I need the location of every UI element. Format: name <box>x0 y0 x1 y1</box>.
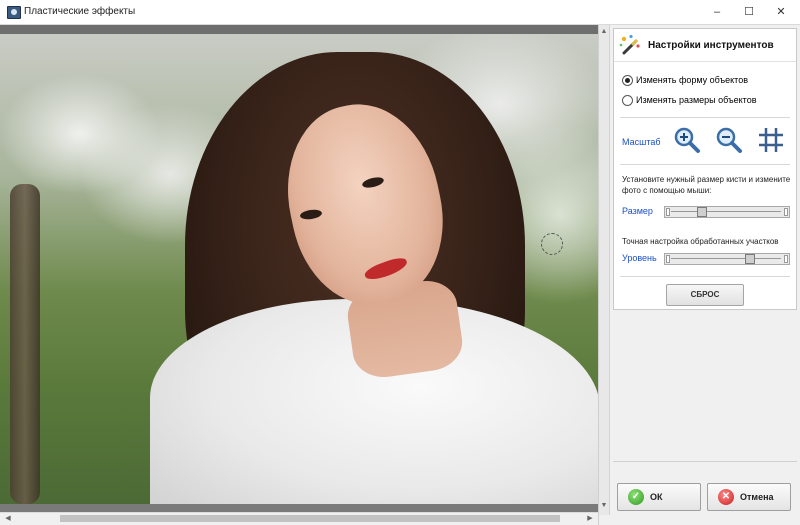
zoom-label: Масштаб <box>622 137 661 147</box>
radio-change-shape[interactable]: Изменять форму объектов <box>622 73 748 87</box>
ok-button[interactable]: ✓ ОК <box>617 483 701 511</box>
grid-icon[interactable] <box>756 125 786 155</box>
cancel-button[interactable]: ✕ Отмена <box>707 483 791 511</box>
scroll-up-icon[interactable]: ▲ <box>599 27 609 37</box>
slider-track <box>671 258 781 259</box>
divider <box>620 164 790 165</box>
ok-button-label: ОК <box>650 492 663 502</box>
brush-hint-text: Установите нужный размер кисти и изменит… <box>622 175 791 195</box>
close-button[interactable]: ✕ <box>764 0 798 24</box>
slider-end-cap <box>784 255 788 263</box>
footer-divider <box>613 461 797 462</box>
checkmark-icon: ✓ <box>628 489 644 505</box>
radio-change-size[interactable]: Изменять размеры объектов <box>622 93 757 107</box>
scroll-down-icon[interactable]: ▼ <box>599 501 609 511</box>
tool-settings-header: Настройки инструментов <box>614 29 796 62</box>
size-label: Размер <box>622 206 653 216</box>
brush-cursor <box>541 233 563 255</box>
slider-track <box>671 211 781 212</box>
reset-button[interactable]: СБРОС <box>666 284 744 306</box>
app-icon <box>7 6 21 19</box>
level-slider-thumb[interactable] <box>745 254 756 264</box>
slider-start-cap <box>666 208 670 216</box>
window-title: Пластические эффекты <box>24 6 136 17</box>
slider-start-cap <box>666 255 670 263</box>
maximize-button[interactable]: ☐ <box>732 0 766 24</box>
scroll-left-icon[interactable]: ◀ <box>2 513 14 524</box>
divider <box>620 117 790 118</box>
tool-settings-title: Настройки инструментов <box>648 40 774 51</box>
image-canvas[interactable] <box>0 25 598 515</box>
slider-end-cap <box>784 208 788 216</box>
scroll-right-icon[interactable]: ▶ <box>584 513 596 524</box>
horizontal-scrollbar[interactable]: ◀ ▶ <box>0 512 598 524</box>
settings-panel: ▲ ▼ Настройки инструментов Изменять форм… <box>598 25 800 525</box>
zoom-in-icon[interactable] <box>672 125 702 155</box>
title-bar: Пластические эффекты – ☐ ✕ <box>0 0 800 25</box>
portrait-photo[interactable] <box>0 34 598 504</box>
radio-button-unchecked[interactable] <box>622 95 633 107</box>
vertical-scrollbar[interactable]: ▲ ▼ <box>599 25 610 515</box>
magic-wand-icon <box>619 34 640 55</box>
cancel-button-label: Отмена <box>740 492 774 502</box>
level-hint-text: Точная настройка обработанных участков <box>622 237 779 246</box>
tree-trunk <box>10 184 40 504</box>
tool-settings-box: Настройки инструментов Изменять форму об… <box>613 28 797 310</box>
zoom-out-icon[interactable] <box>714 125 744 155</box>
divider <box>620 276 790 277</box>
size-slider-thumb[interactable] <box>696 207 707 217</box>
radio-change-shape-label: Изменять форму объектов <box>636 75 748 85</box>
size-slider[interactable] <box>664 206 790 218</box>
cancel-x-icon: ✕ <box>718 489 734 505</box>
canvas-top-band <box>0 25 598 34</box>
level-label: Уровень <box>622 253 657 263</box>
level-slider[interactable] <box>664 253 790 265</box>
horizontal-scroll-thumb[interactable] <box>60 515 560 522</box>
minimize-button[interactable]: – <box>700 0 734 24</box>
radio-button-checked[interactable] <box>622 75 633 87</box>
radio-change-size-label: Изменять размеры объектов <box>636 95 757 105</box>
